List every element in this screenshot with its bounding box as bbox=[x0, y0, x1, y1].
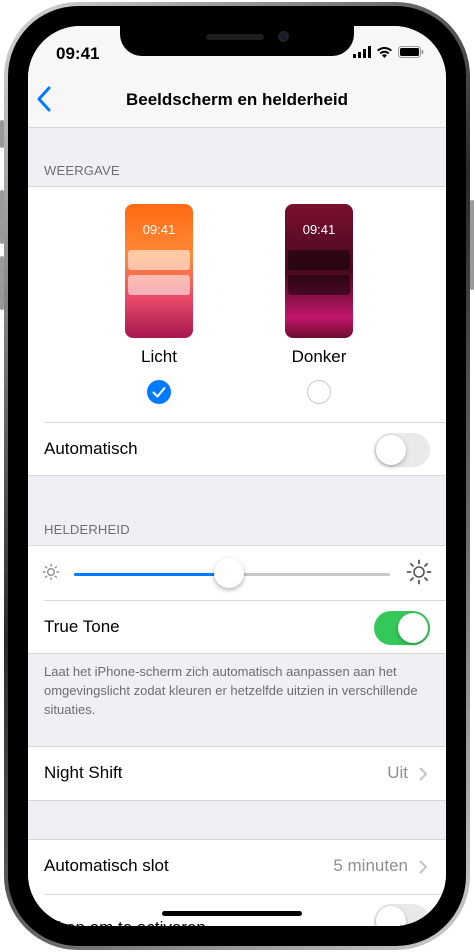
slider-thumb[interactable] bbox=[213, 558, 244, 588]
phone-frame: 09:41 Beeldscherm en helderheid WEERGAVE… bbox=[4, 2, 470, 950]
automatic-label: Automatisch bbox=[44, 439, 138, 458]
brightness-group: True Tone bbox=[28, 545, 446, 654]
notch bbox=[120, 26, 354, 56]
battery-icon bbox=[398, 46, 424, 58]
side-button bbox=[470, 200, 474, 290]
automatic-appearance-row: Automatisch bbox=[28, 423, 446, 476]
auto-lock-row[interactable]: Automatisch slot 5 minuten bbox=[28, 840, 446, 893]
section-header-brightness: HELDERHEID bbox=[44, 522, 130, 537]
volume-up-button bbox=[0, 190, 4, 244]
light-preview-time: 09:41 bbox=[142, 222, 176, 237]
light-mode-preview[interactable]: 09:41 bbox=[125, 204, 193, 338]
mute-switch bbox=[0, 120, 4, 148]
dark-preview-notification bbox=[288, 250, 350, 270]
phone-bezel: 09:41 Beeldscherm en helderheid WEERGAVE… bbox=[8, 6, 466, 946]
home-indicator[interactable] bbox=[162, 911, 302, 916]
night-shift-row[interactable]: Night Shift Uit bbox=[28, 747, 446, 800]
automatic-toggle[interactable] bbox=[374, 433, 430, 467]
cellular-signal-icon bbox=[353, 46, 371, 58]
dark-option-label: Donker bbox=[291, 347, 347, 366]
dark-mode-preview[interactable]: 09:41 bbox=[285, 204, 353, 338]
brightness-slider-row bbox=[28, 546, 446, 599]
light-preview-notification bbox=[128, 250, 190, 270]
wifi-icon bbox=[377, 46, 392, 58]
true-tone-row: True Tone bbox=[28, 601, 446, 654]
screen: 09:41 Beeldscherm en helderheid WEERGAVE… bbox=[28, 26, 446, 926]
speaker bbox=[206, 34, 264, 40]
light-preview-notification bbox=[128, 275, 190, 295]
night-shift-label: Night Shift bbox=[44, 763, 123, 782]
volume-down-button bbox=[0, 256, 4, 310]
dark-preview-notification bbox=[288, 275, 350, 295]
auto-lock-value: 5 minuten bbox=[333, 856, 408, 875]
status-icons bbox=[353, 46, 424, 58]
checkmark-icon bbox=[152, 387, 166, 398]
brightness-high-icon bbox=[406, 559, 432, 585]
front-camera bbox=[278, 31, 289, 42]
raise-to-wake-label: Til op om te activeren bbox=[44, 918, 206, 926]
status-time: 09:41 bbox=[56, 44, 100, 63]
dark-preview-time: 09:41 bbox=[302, 222, 336, 237]
true-tone-toggle[interactable] bbox=[374, 611, 430, 645]
auto-lock-label: Automatisch slot bbox=[44, 856, 169, 875]
light-option-radio[interactable] bbox=[147, 380, 171, 404]
navigation-bar: Beeldscherm en helderheid bbox=[28, 72, 446, 128]
toggle-knob bbox=[376, 435, 406, 465]
divider bbox=[44, 894, 446, 895]
chevron-right-icon bbox=[419, 767, 427, 781]
section-header-appearance: WEERGAVE bbox=[44, 163, 120, 178]
dark-option-radio[interactable] bbox=[307, 380, 331, 404]
slider-fill bbox=[74, 573, 229, 576]
page-title: Beeldscherm en helderheid bbox=[125, 90, 349, 109]
night-shift-group: Night Shift Uit bbox=[28, 746, 446, 801]
toggle-knob bbox=[398, 613, 428, 643]
appearance-group: 09:41 09:41 Licht Donker Automatisch bbox=[28, 186, 446, 476]
raise-to-wake-toggle[interactable] bbox=[374, 904, 430, 926]
toggle-knob bbox=[376, 906, 406, 926]
night-shift-value: Uit bbox=[387, 763, 408, 782]
true-tone-label: True Tone bbox=[44, 617, 120, 636]
chevron-right-icon bbox=[419, 860, 427, 874]
true-tone-description: Laat het iPhone-scherm zich automatisch … bbox=[44, 664, 418, 717]
light-option-label: Licht bbox=[141, 347, 177, 366]
brightness-low-icon bbox=[42, 563, 60, 581]
